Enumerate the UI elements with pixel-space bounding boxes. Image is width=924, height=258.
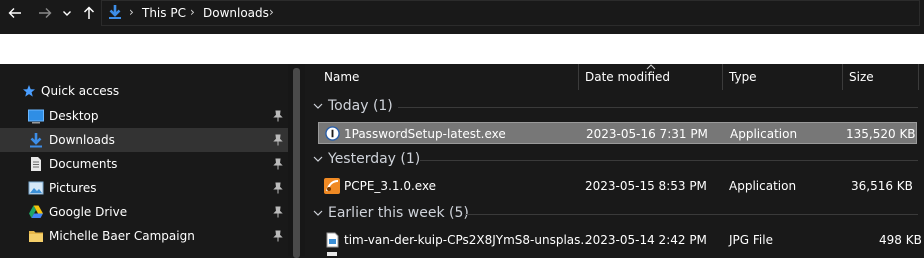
file-date-modified: 2023-05-16 7:31 PM	[586, 127, 708, 141]
column-divider[interactable]	[842, 64, 843, 90]
sidebar-scrollbar[interactable]	[288, 64, 305, 258]
sidebar-item-label: Google Drive	[49, 205, 128, 219]
navigation-pane: Quick access Desktop Downloads Documents…	[0, 64, 288, 256]
sidebar-item-quick-access[interactable]: Quick access	[0, 79, 288, 103]
column-header-name[interactable]: Name	[324, 70, 359, 84]
arrow-right-icon	[39, 7, 52, 18]
file-size: 135,520 KB	[846, 127, 916, 141]
command-bar	[0, 34, 924, 64]
chevron-right-icon: ›	[269, 5, 274, 19]
column-divider[interactable]	[578, 64, 579, 90]
star-icon	[23, 85, 35, 97]
file-name: PCPE_3.1.0.exe	[344, 179, 437, 193]
document-icon	[31, 157, 41, 171]
file-row[interactable]: PCPE_3.1.0.exe 2023-05-15 8:53 PM Applic…	[318, 175, 917, 197]
pin-icon	[273, 182, 283, 194]
chevron-down-icon	[313, 210, 323, 216]
folder-icon	[29, 231, 43, 242]
chevron-down-icon	[63, 10, 71, 16]
desktop-icon	[28, 109, 44, 124]
pictures-icon	[28, 181, 44, 195]
column-divider[interactable]	[918, 64, 919, 90]
chevron-right-icon: ›	[129, 5, 134, 19]
column-header-type[interactable]: Type	[729, 70, 757, 84]
breadcrumb-this-pc[interactable]: This PC	[142, 6, 186, 20]
sidebar-item-michelle-baer-campaign[interactable]: Michelle Baer Campaign	[0, 224, 288, 248]
file-row[interactable]: tim-van-der-kuip-CPs2X8JYmS8-unsplas... …	[318, 229, 922, 251]
arrow-up-icon	[83, 5, 95, 19]
sidebar-item-label: Desktop	[49, 109, 99, 123]
sidebar-item-label: Quick access	[41, 84, 120, 98]
group-label: Today (1)	[328, 98, 393, 114]
group-label: Earlier this week (5)	[328, 205, 469, 221]
group-header-yesterday[interactable]: Yesterday (1)	[305, 150, 924, 170]
file-list: Name Date modified Type Size Today (1) 1…	[305, 64, 924, 256]
group-header-today[interactable]: Today (1)	[305, 97, 924, 117]
sidebar-item-label: Documents	[49, 157, 118, 171]
sidebar-item-label: Pictures	[49, 181, 97, 195]
arrow-left-icon	[8, 7, 21, 18]
sidebar-item-desktop[interactable]: Desktop	[0, 104, 288, 128]
file-size: 498 KB	[879, 233, 922, 247]
pin-icon	[273, 158, 283, 170]
group-divider	[398, 107, 918, 108]
file-type: Application	[730, 127, 798, 141]
sidebar-item-google-drive[interactable]: Google Drive	[0, 200, 288, 224]
chevron-right-icon: ›	[190, 5, 195, 19]
address-bar-area: › This PC › Downloads ›	[0, 0, 924, 26]
breadcrumb-downloads[interactable]: Downloads	[203, 6, 269, 20]
download-icon	[109, 5, 121, 19]
pin-icon	[273, 206, 283, 218]
sidebar-item-label: Downloads	[49, 133, 115, 147]
file-name: tim-van-der-kuip-CPs2X8JYmS8-unsplas...	[344, 233, 592, 247]
forward-button[interactable]	[34, 0, 56, 25]
file-name: 1PasswordSetup-latest.exe	[344, 127, 506, 141]
file-date-modified: 2023-05-15 8:53 PM	[585, 179, 707, 193]
group-divider	[465, 214, 918, 215]
file-size: 36,516 KB	[851, 179, 913, 193]
chevron-down-icon	[313, 156, 323, 162]
group-header-earlier-this-week[interactable]: Earlier this week (5)	[305, 204, 924, 224]
address-field[interactable]: › This PC › Downloads ›	[101, 0, 920, 26]
column-divider[interactable]	[722, 64, 723, 90]
sidebar-item-downloads[interactable]: Downloads	[0, 128, 288, 152]
group-label: Yesterday (1)	[328, 151, 421, 167]
file-type: Application	[729, 179, 797, 193]
download-icon	[30, 133, 42, 148]
sidebar-item-documents[interactable]: Documents	[0, 152, 288, 176]
pin-icon	[273, 110, 283, 122]
up-button[interactable]	[80, 0, 98, 25]
file-row[interactable]: 1PasswordSetup-latest.exe 2023-05-16 7:3…	[318, 122, 917, 144]
pin-icon	[273, 134, 283, 146]
sidebar-item-pictures[interactable]: Pictures	[0, 176, 288, 200]
column-header-size[interactable]: Size	[849, 70, 874, 84]
column-header-date-modified[interactable]: Date modified	[585, 70, 670, 84]
recent-locations-button[interactable]	[60, 0, 74, 25]
back-button[interactable]	[4, 0, 26, 25]
onepassword-icon	[325, 126, 340, 141]
google-drive-icon	[29, 205, 43, 218]
scrollbar-thumb[interactable]	[293, 68, 300, 258]
sidebar-item-label: Michelle Baer Campaign	[49, 229, 195, 243]
pcpe-app-icon	[324, 178, 340, 194]
file-date-modified: 2023-05-14 2:42 PM	[585, 233, 707, 247]
partial-file-icon	[327, 252, 337, 256]
file-type: JPG File	[729, 233, 773, 247]
pin-icon	[273, 230, 283, 242]
image-file-icon	[326, 232, 339, 248]
group-divider	[420, 160, 918, 161]
chevron-down-icon	[313, 103, 323, 109]
